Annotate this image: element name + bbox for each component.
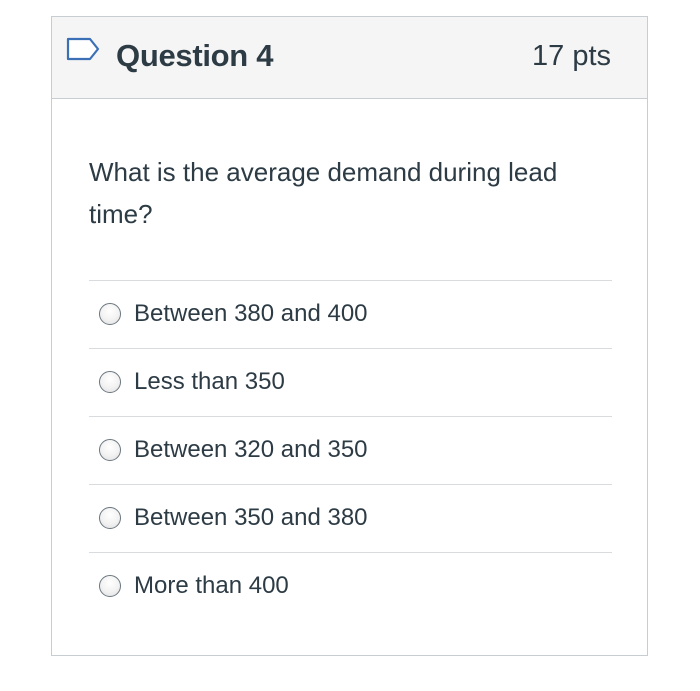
radio-button[interactable]	[99, 371, 121, 393]
question-header: Question 4 17 pts	[52, 17, 647, 99]
question-card: Question 4 17 pts What is the average de…	[51, 16, 648, 656]
question-text: What is the average demand during lead t…	[89, 157, 558, 229]
radio-button[interactable]	[99, 303, 121, 325]
answer-label[interactable]: Between 320 and 350	[134, 436, 368, 464]
answer-label[interactable]: Less than 350	[134, 368, 285, 396]
answer-option[interactable]: Between 380 and 400	[89, 280, 612, 348]
radio-button[interactable]	[99, 575, 121, 597]
answer-list: Between 380 and 400 Less than 350 Betwee…	[89, 280, 612, 620]
question-title: Question 4	[116, 38, 274, 73]
answer-option[interactable]: Between 350 and 380	[89, 484, 612, 552]
answer-option[interactable]: More than 400	[89, 552, 612, 620]
answer-option[interactable]: Less than 350	[89, 348, 612, 416]
answer-option[interactable]: Between 320 and 350	[89, 416, 612, 484]
question-points: 17 pts	[532, 40, 611, 72]
answer-label[interactable]: Between 380 and 400	[134, 300, 368, 328]
answer-label[interactable]: More than 400	[134, 572, 289, 600]
radio-button[interactable]	[99, 439, 121, 461]
answer-label[interactable]: Between 350 and 380	[134, 504, 368, 532]
flag-question-icon[interactable]	[66, 37, 102, 61]
radio-button[interactable]	[99, 507, 121, 529]
